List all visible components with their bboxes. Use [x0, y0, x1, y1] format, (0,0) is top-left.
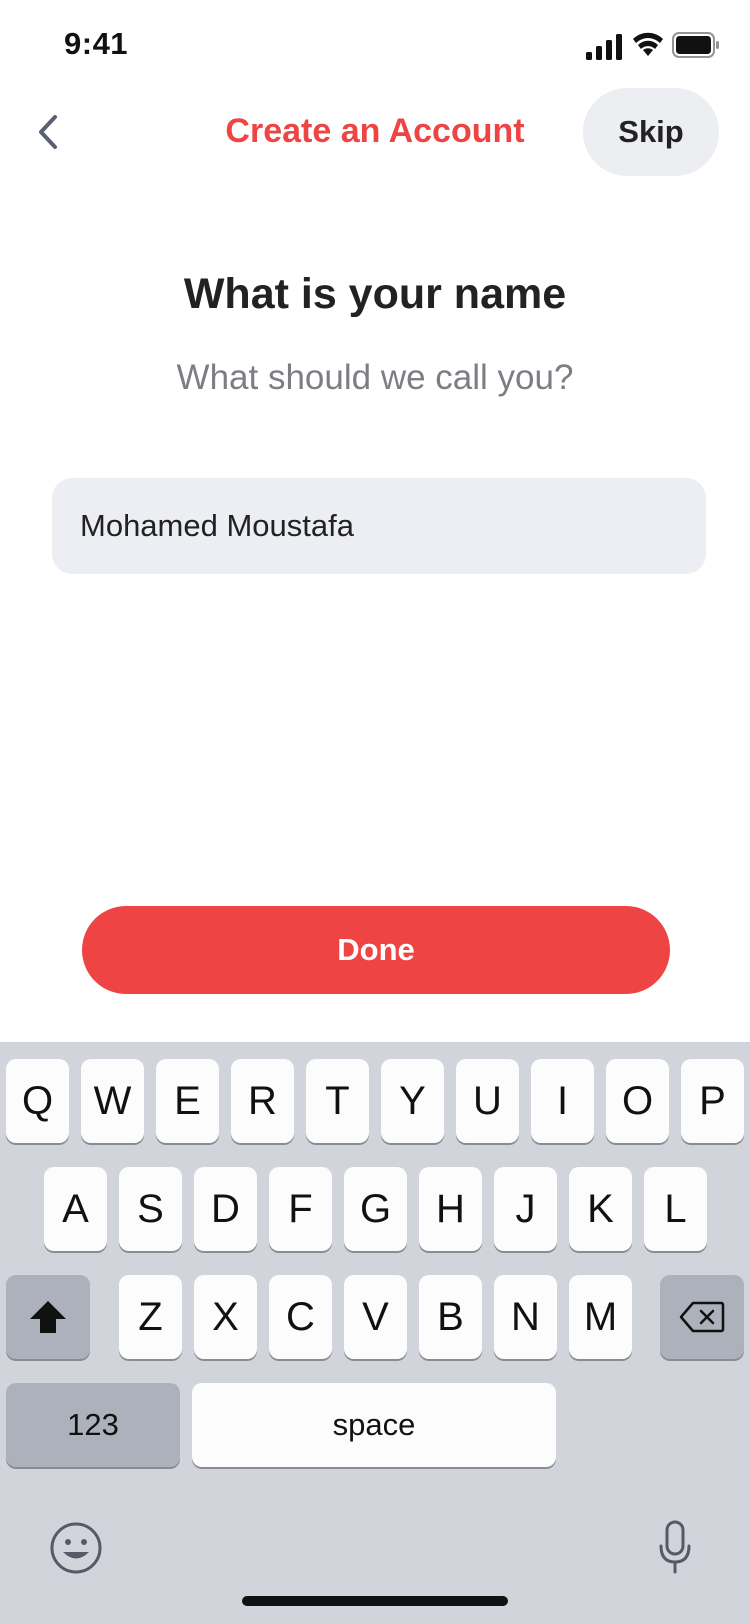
backspace-icon [679, 1301, 725, 1333]
key-f[interactable]: F [269, 1167, 332, 1251]
key-k[interactable]: K [569, 1167, 632, 1251]
space-key[interactable]: space [192, 1383, 556, 1467]
key-b[interactable]: B [419, 1275, 482, 1359]
key-n[interactable]: N [494, 1275, 557, 1359]
shift-icon [30, 1301, 66, 1333]
key-l[interactable]: L [644, 1167, 707, 1251]
key-i[interactable]: I [531, 1059, 594, 1143]
delete-key[interactable] [660, 1275, 744, 1359]
skip-button[interactable]: Skip [583, 88, 719, 176]
key-q[interactable]: Q [6, 1059, 69, 1143]
microphone-icon [659, 1520, 691, 1574]
key-u[interactable]: U [456, 1059, 519, 1143]
key-w[interactable]: W [81, 1059, 144, 1143]
key-r[interactable]: R [231, 1059, 294, 1143]
done-button[interactable]: Done [82, 906, 670, 994]
name-input[interactable] [52, 478, 706, 574]
key-c[interactable]: C [269, 1275, 332, 1359]
emoji-button[interactable] [48, 1520, 104, 1576]
battery-icon [672, 32, 719, 58]
key-x[interactable]: X [194, 1275, 257, 1359]
key-v[interactable]: V [344, 1275, 407, 1359]
home-indicator [242, 1596, 508, 1606]
keyboard: Q W E R T Y U I O P A S D F G H J K L Z … [0, 1042, 750, 1624]
key-d[interactable]: D [194, 1167, 257, 1251]
key-m[interactable]: M [569, 1275, 632, 1359]
wifi-icon [633, 32, 663, 56]
numbers-key[interactable]: 123 [6, 1383, 180, 1467]
shift-key[interactable] [6, 1275, 90, 1359]
key-o[interactable]: O [606, 1059, 669, 1143]
key-g[interactable]: G [344, 1167, 407, 1251]
cellular-signal-icon [586, 34, 622, 60]
dictation-button[interactable] [652, 1518, 698, 1578]
key-t[interactable]: T [306, 1059, 369, 1143]
key-j[interactable]: J [494, 1167, 557, 1251]
key-y[interactable]: Y [381, 1059, 444, 1143]
key-p[interactable]: P [681, 1059, 744, 1143]
status-time: 9:41 [64, 26, 129, 61]
key-e[interactable]: E [156, 1059, 219, 1143]
key-s[interactable]: S [119, 1167, 182, 1251]
emoji-icon [50, 1522, 102, 1574]
key-a[interactable]: A [44, 1167, 107, 1251]
question-heading: What is your name [183, 270, 567, 318]
question-subheading: What should we call you? [176, 358, 574, 397]
key-z[interactable]: Z [119, 1275, 182, 1359]
key-h[interactable]: H [419, 1167, 482, 1251]
